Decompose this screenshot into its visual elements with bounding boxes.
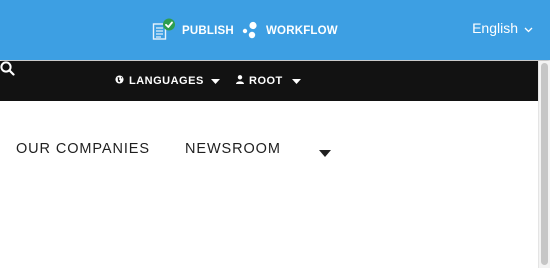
chevron-down-icon	[524, 20, 533, 36]
admin-topbar: PUBLISH WORKFLOW English	[0, 0, 550, 60]
caret-down-icon	[210, 75, 220, 87]
search-button[interactable]	[0, 61, 16, 77]
search-icon	[0, 61, 15, 80]
site-navbar: LANGUAGES ROOT	[0, 61, 538, 101]
workflow-button[interactable]: WORKFLOW	[242, 17, 338, 45]
language-selector[interactable]: English	[472, 20, 533, 36]
page-scrollbar[interactable]	[538, 61, 550, 268]
root-user-dropdown[interactable]: ROOT	[236, 73, 301, 89]
workflow-dots-icon	[242, 21, 260, 42]
menu-item-our-companies[interactable]: OUR COMPANIES	[16, 139, 150, 159]
scrollbar-thumb[interactable]	[541, 63, 548, 265]
user-icon	[236, 75, 244, 87]
languages-label: LANGUAGES	[129, 75, 204, 87]
caret-down-icon	[319, 144, 331, 161]
publish-button[interactable]: PUBLISH	[152, 17, 234, 45]
menu-item-label: OUR COMPANIES	[16, 141, 150, 157]
root-label: ROOT	[249, 75, 283, 87]
menu-item-newsroom[interactable]: NEWSROOM	[185, 139, 281, 159]
document-check-icon	[152, 18, 176, 45]
caret-down-icon	[291, 75, 301, 87]
publish-label: PUBLISH	[182, 25, 234, 37]
languages-dropdown[interactable]: LANGUAGES	[115, 73, 220, 89]
globe-icon	[115, 75, 124, 87]
language-label: English	[472, 20, 518, 36]
workflow-label: WORKFLOW	[266, 25, 338, 37]
menu-item-label: NEWSROOM	[185, 141, 281, 157]
menu-more-toggle[interactable]	[319, 144, 333, 157]
